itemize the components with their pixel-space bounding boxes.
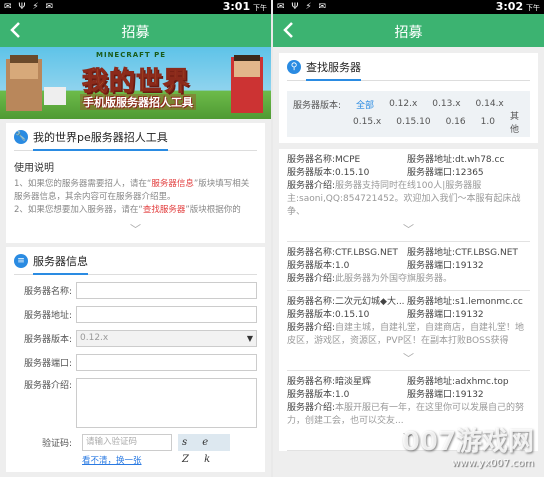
captcha-input[interactable]: 请输入验证码 — [82, 434, 172, 451]
filter-option[interactable]: 0.14.x — [476, 99, 504, 109]
notification-icons: ✉ Ψ ⚡ ✉ — [277, 2, 329, 12]
filter-option[interactable]: 0.15.10 — [396, 117, 430, 127]
dog-character — [44, 87, 66, 105]
filter-option[interactable]: 0.16 — [446, 117, 466, 127]
intro-card: 🔧 我的世界pe服务器招人工具 使用说明 1、如果您的服务器需要招人，请在“服务… — [6, 123, 265, 243]
server-port: 服务器端口:12365 — [407, 168, 484, 178]
captcha-row: 验证码: 请输入验证码 s e Z k — [14, 434, 257, 465]
expand-chevron-icon[interactable]: ﹀ — [287, 221, 530, 237]
server-intro: 服务器介绍:本服开服已有一年，在这里你可以发展自己的努力，创建工会，也可以交友.… — [287, 403, 525, 426]
server-intro: 服务器介绍:此服务器为外国夺旗服务器。 — [287, 274, 453, 284]
wrench-icon: 🔧 — [14, 129, 28, 144]
server-version-select[interactable]: 0.12.x ▼ — [76, 330, 257, 347]
server-item[interactable]: 服务器名称:二次元幻城◆大... 服务器地址:s1.lemonmc.cc 服务器版… — [287, 291, 530, 371]
app-bar: 招募 — [0, 14, 271, 47]
server-address: 服务器地址:CTF.LBSG.NET — [407, 248, 518, 258]
intro-card-header: 🔧 我的世界pe服务器招人工具 — [14, 129, 257, 151]
filter-option[interactable]: 0.13.x — [432, 99, 460, 109]
expand-chevron-icon[interactable]: ﹀ — [287, 350, 530, 366]
search-title: 查找服务器 — [306, 59, 361, 81]
version-label: 服务器版本: — [23, 335, 72, 345]
server-port-input[interactable] — [76, 354, 257, 371]
filter-option[interactable]: 全部 — [356, 98, 374, 111]
watermark-url: www.yx007.com — [451, 458, 534, 469]
server-version: 服务器版本:0.15.10 — [287, 168, 370, 178]
banner-logo: 我的世界 — [81, 67, 191, 98]
filter-label: 服务器版本: — [293, 100, 342, 111]
banner-image: MINECRAFT PE 我的世界 手机版服务器招人工具 — [0, 47, 271, 119]
server-intro-textarea[interactable] — [76, 378, 257, 428]
server-port: 服务器端口:19132 — [407, 261, 484, 271]
port-row: 服务器端口: — [14, 354, 257, 371]
character-right — [231, 55, 263, 113]
banner-logo-top: MINECRAFT PE — [96, 51, 167, 59]
name-label: 服务器名称: — [23, 287, 72, 297]
form-header: ≡ 服务器信息 — [14, 253, 257, 275]
intro-label: 服务器介绍: — [23, 381, 72, 391]
intro-row: 服务器介绍: — [14, 378, 257, 428]
filter-option[interactable]: 1.0 — [481, 117, 495, 127]
app-bar: 招募 — [273, 14, 544, 47]
server-list: 服务器名称:MCPE 服务器地址:dt.wh78.cc 服务器版本:0.15.10… — [279, 149, 538, 451]
server-intro: 服务器介绍:服务器支持同时在线100人|服务器服主:saoni,QQ:85472… — [287, 181, 521, 217]
server-version: 服务器版本:1.0 — [287, 390, 350, 400]
server-address: 服务器地址:dt.wh78.cc — [407, 155, 505, 165]
name-row: 服务器名称: — [14, 282, 257, 299]
refresh-captcha-link[interactable]: 看不清，换一张 — [82, 454, 257, 466]
server-address-input[interactable] — [76, 306, 257, 323]
server-port: 服务器端口:19132 — [407, 310, 484, 320]
server-info-form: ≡ 服务器信息 服务器名称: 服务器地址: 服务器版本: 0.12.x ▼ 服务… — [6, 247, 265, 472]
address-row: 服务器地址: — [14, 306, 257, 323]
server-item[interactable]: 服务器名称:MCPE 服务器地址:dt.wh78.cc 服务器版本:0.15.10… — [287, 149, 530, 242]
screens: ✉ Ψ ⚡ ✉ 3:01 下午 招募 MINECRAFT PE 我的世界 手机版… — [0, 0, 544, 477]
clock: 3:02 下午 — [495, 0, 540, 13]
filter-option[interactable]: 其他 — [510, 109, 519, 135]
status-bar: ✉ Ψ ⚡ ✉ 3:02 下午 — [273, 0, 544, 14]
server-version: 服务器版本:0.15.10 — [287, 310, 370, 320]
server-name: 服务器名称:CTF.LBSG.NET — [287, 248, 398, 258]
page-title: 招募 — [394, 25, 423, 41]
server-name-input[interactable] — [76, 282, 257, 299]
dropdown-arrow-icon: ▼ — [246, 334, 253, 343]
search-header: ⚲ 查找服务器 — [287, 59, 530, 81]
usage-title: 使用说明 — [14, 163, 54, 174]
banner-subtitle: 手机版服务器招人工具 — [80, 94, 196, 110]
server-address: 服务器地址:s1.lemonmc.cc — [407, 297, 523, 307]
filter-option[interactable]: 0.15.x — [353, 117, 381, 127]
expand-chevron-icon[interactable]: ﹀ — [14, 221, 257, 237]
status-bar: ✉ Ψ ⚡ ✉ 3:01 下午 — [0, 0, 271, 14]
server-intro: 服务器介绍:自建主城，自建礼堂，自建商店，自建礼堂！地皮区，游戏区，资源区，PV… — [287, 323, 525, 346]
version-filter: 服务器版本: 全部 0.12.x 0.13.x 0.14.x 0.15.x 0.… — [287, 91, 530, 137]
list-icon: ≡ — [14, 253, 28, 268]
address-label: 服务器地址: — [23, 311, 72, 321]
filter-row-2: 0.15.x 0.15.10 0.16 1.0 其他 — [293, 112, 524, 135]
character-left — [6, 55, 42, 111]
port-label: 服务器端口: — [23, 359, 72, 369]
version-row: 服务器版本: 0.12.x ▼ — [14, 330, 257, 347]
filter-row-1: 服务器版本: 全部 0.12.x 0.13.x 0.14.x — [293, 95, 524, 113]
expand-chevron-icon[interactable]: ﹀ — [287, 430, 530, 446]
server-version: 服务器版本:1.0 — [287, 261, 350, 271]
server-item[interactable]: 服务器名称:CTF.LBSG.NET 服务器地址:CTF.LBSG.NET 服务器… — [287, 242, 530, 291]
captcha-image[interactable]: s e Z k — [178, 434, 230, 465]
page-title: 招募 — [121, 25, 150, 41]
search-screen: ✉ Ψ ⚡ ✉ 3:02 下午 招募 ⚲ 查找服务器 服务器版本: 全部 0.1… — [273, 0, 544, 477]
recruit-screen: ✉ Ψ ⚡ ✉ 3:01 下午 招募 MINECRAFT PE 我的世界 手机版… — [0, 0, 271, 477]
server-address: 服务器地址:adxhmc.top — [407, 377, 509, 387]
notification-icons: ✉ Ψ ⚡ ✉ — [4, 2, 56, 12]
search-card: ⚲ 查找服务器 服务器版本: 全部 0.12.x 0.13.x 0.14.x 0… — [279, 53, 538, 143]
server-name: 服务器名称:暗淡星辉 — [287, 377, 372, 387]
usage-text: 1、如果您的服务器需要招人，请在“服务器信息”版块填写相关服务器信息，其余内容可… — [14, 179, 250, 215]
captcha-label: 验证码: — [42, 439, 73, 449]
intro-card-title: 我的世界pe服务器招人工具 — [33, 129, 168, 151]
form-title: 服务器信息 — [33, 253, 88, 275]
filter-option[interactable]: 0.12.x — [389, 99, 417, 109]
server-port: 服务器端口:19132 — [407, 390, 484, 400]
server-name: 服务器名称:二次元幻城◆大... — [287, 297, 405, 307]
search-icon: ⚲ — [287, 59, 301, 74]
server-name: 服务器名称:MCPE — [287, 155, 361, 165]
clock: 3:01 下午 — [222, 0, 267, 13]
server-item[interactable]: 服务器名称:暗淡星辉 服务器地址:adxhmc.top 服务器版本:1.0 服务器端… — [287, 371, 530, 451]
